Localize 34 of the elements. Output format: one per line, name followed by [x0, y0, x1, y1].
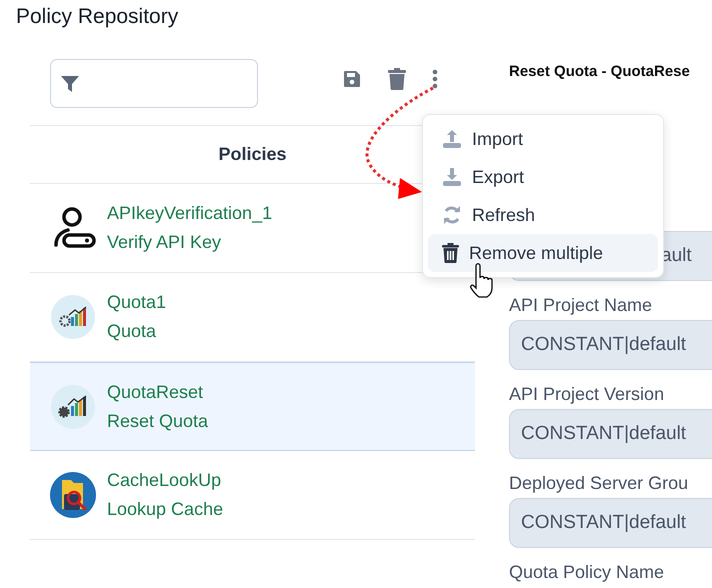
gear-chart-icon [51, 384, 95, 428]
policy-name: QuotaReset [107, 380, 204, 404]
policy-row[interactable]: CacheLookUp Lookup Cache [30, 451, 475, 540]
detail-title: Reset Quota - QuotaRese [509, 63, 691, 80]
policy-type: Quota [107, 320, 158, 343]
upload-icon [442, 129, 462, 149]
field-label: Quota Policy Name [509, 561, 666, 584]
trash-icon[interactable] [388, 68, 406, 90]
field-label: API Project Name [509, 294, 654, 317]
policy-name: APIkeyVerification_1 [107, 202, 272, 225]
filter-icon [60, 74, 80, 94]
more-options-icon[interactable] [432, 69, 438, 89]
gear-chart-icon [51, 295, 95, 339]
refresh-icon [442, 205, 462, 225]
policy-name: Quota1 [107, 291, 166, 314]
field-label: API Project Version [509, 383, 666, 406]
policy-type: Lookup Cache [107, 498, 224, 521]
save-icon[interactable] [342, 69, 362, 89]
download-icon [442, 167, 462, 187]
menu-item[interactable]: Remove multiple [428, 234, 658, 272]
field-label: Deployed Server Grou [509, 472, 690, 495]
text-field[interactable]: CONSTANT|default [509, 409, 712, 459]
policy-type: Reset Quota [107, 410, 208, 432]
menu-item[interactable]: Import [428, 120, 658, 158]
trash-icon [442, 243, 459, 263]
page-title: Policy Repository [15, 4, 180, 30]
column-header: Policies [218, 144, 287, 165]
policy-row[interactable]: QuotaReset Reset Quota [30, 362, 475, 451]
folder-search-icon [50, 472, 96, 518]
text-field[interactable]: CONSTANT|default [509, 320, 712, 370]
text-field[interactable]: CONSTANT|default [509, 498, 712, 548]
filter-field[interactable] [50, 59, 258, 108]
policy-type: Verify API Key [107, 231, 222, 254]
policy-name: CacheLookUp [107, 469, 222, 492]
